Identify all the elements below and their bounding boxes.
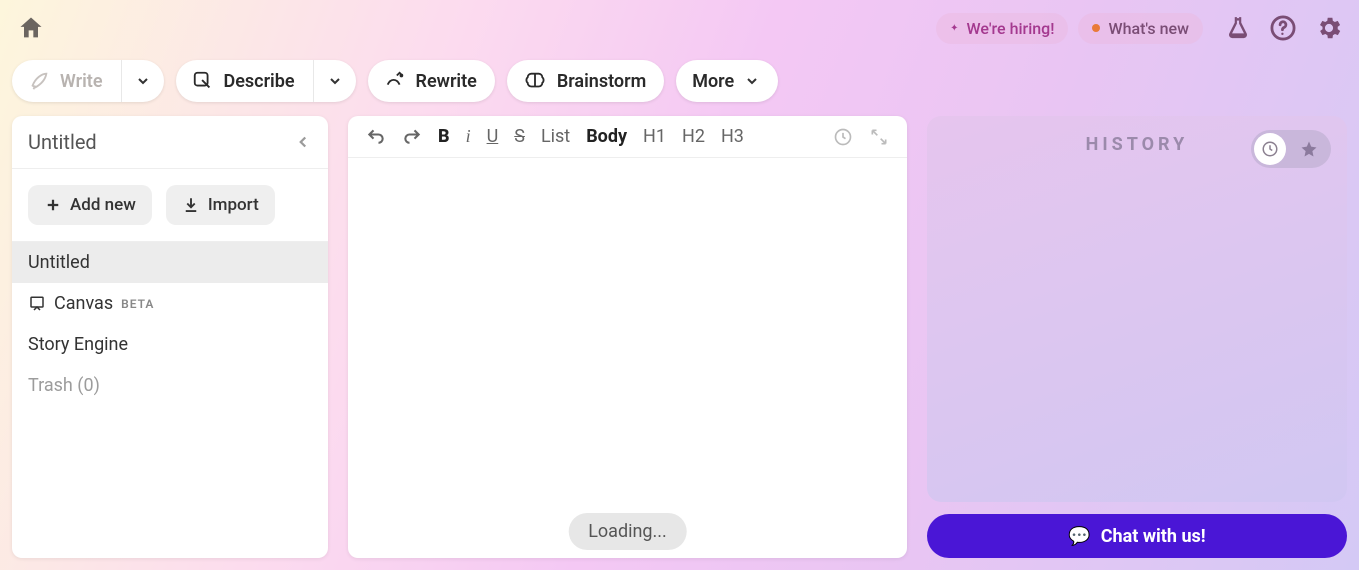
chevron-down-icon	[744, 73, 760, 89]
history-title: HISTORY	[1086, 134, 1189, 155]
dot-icon	[1092, 24, 1100, 32]
collapse-sidebar-icon[interactable]	[294, 133, 312, 151]
describe-icon	[192, 70, 214, 92]
rewrite-icon	[384, 70, 406, 92]
chat-label: Chat with us!	[1101, 526, 1206, 547]
write-dropdown[interactable]	[122, 73, 164, 89]
italic-button[interactable]: i	[466, 126, 471, 147]
rewrite-button[interactable]: Rewrite	[368, 60, 495, 102]
feather-icon	[28, 70, 50, 92]
history-panel: HISTORY	[927, 116, 1347, 502]
add-new-button[interactable]: Add new	[28, 185, 152, 225]
download-icon	[182, 196, 200, 214]
expand-icon[interactable]	[869, 127, 889, 147]
brainstorm-label: Brainstorm	[557, 71, 646, 92]
redo-button[interactable]	[402, 127, 422, 147]
history-icon[interactable]	[833, 127, 853, 147]
chat-button[interactable]: 💬 Chat with us!	[927, 514, 1347, 558]
import-label: Import	[208, 195, 259, 215]
help-icon[interactable]	[1269, 14, 1297, 42]
whatsnew-pill[interactable]: What's new	[1078, 13, 1203, 44]
sidebar: Untitled Add new Import Untitled	[12, 116, 328, 558]
brain-icon	[523, 70, 547, 92]
undo-button[interactable]	[366, 127, 386, 147]
describe-button[interactable]: Describe	[176, 60, 356, 102]
h1-button[interactable]: H1	[643, 126, 666, 147]
flask-icon[interactable]	[1225, 15, 1251, 41]
import-button[interactable]: Import	[166, 185, 275, 225]
list-button[interactable]: List	[541, 126, 570, 147]
star-icon	[1290, 140, 1328, 158]
canvas-item[interactable]: Canvas BETA	[12, 283, 328, 324]
hiring-pill[interactable]: ✦ We're hiring!	[936, 13, 1068, 44]
more-label: More	[692, 71, 734, 92]
write-label: Write	[60, 71, 103, 92]
document-title: Untitled	[28, 130, 97, 154]
loading-indicator: Loading...	[568, 513, 687, 550]
describe-label: Describe	[224, 71, 295, 92]
more-button[interactable]: More	[676, 60, 778, 102]
add-new-label: Add new	[70, 195, 136, 215]
home-icon[interactable]	[16, 14, 46, 42]
clock-icon	[1254, 133, 1286, 165]
describe-dropdown[interactable]	[314, 73, 356, 89]
canvas-label: Canvas	[54, 293, 113, 314]
body-style-button[interactable]: Body	[586, 126, 627, 147]
story-engine-item[interactable]: Story Engine	[12, 324, 328, 365]
hiring-label: We're hiring!	[967, 19, 1055, 38]
gear-icon[interactable]	[1315, 14, 1343, 42]
write-button[interactable]: Write	[12, 60, 164, 102]
sparkle-icon: ✦	[950, 23, 958, 34]
whatsnew-label: What's new	[1108, 19, 1189, 38]
h3-button[interactable]: H3	[721, 126, 744, 147]
underline-button[interactable]: U	[487, 126, 499, 147]
doc-item[interactable]: Untitled	[12, 242, 328, 283]
canvas-icon	[28, 295, 46, 313]
story-engine-label: Story Engine	[28, 334, 128, 355]
trash-label: Trash (0)	[28, 375, 100, 396]
history-toggle[interactable]	[1251, 130, 1331, 168]
plus-icon	[44, 196, 62, 214]
editor: B i U S List Body H1 H2 H3 Loading...	[348, 116, 907, 558]
rewrite-label: Rewrite	[416, 71, 477, 92]
brainstorm-button[interactable]: Brainstorm	[507, 60, 664, 102]
doc-item-label: Untitled	[28, 252, 90, 273]
bold-button[interactable]: B	[438, 126, 450, 147]
strikethrough-button[interactable]: S	[514, 126, 525, 147]
chat-icon: 💬	[1068, 526, 1090, 547]
h2-button[interactable]: H2	[682, 126, 705, 147]
beta-badge: BETA	[121, 297, 154, 311]
trash-item[interactable]: Trash (0)	[12, 365, 328, 406]
editor-body[interactable]: Loading...	[348, 158, 907, 558]
